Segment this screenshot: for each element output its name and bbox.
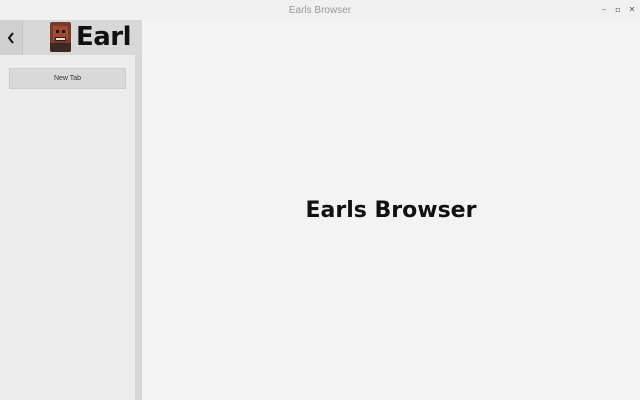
minimize-button[interactable]: – [600,5,608,15]
sidebar-scrollbar[interactable] [135,55,142,400]
new-tab-button[interactable]: New Tab [9,68,126,89]
user-name: Earl [76,22,132,52]
chevron-left-icon [7,31,14,44]
window-titlebar: Earls Browser – ▫ ✕ [0,0,640,20]
maximize-button[interactable]: ▫ [614,5,622,15]
sidebar: New Tab [0,55,135,400]
window-title: Earls Browser [288,4,352,16]
window-controls: – ▫ ✕ [600,0,636,20]
back-button[interactable] [0,20,23,55]
avatar [50,22,71,52]
close-button[interactable]: ✕ [628,5,636,15]
main-content: Earls Browser [142,20,640,400]
sidebar-header: Earl [0,20,142,55]
page-heading: Earls Browser [305,198,477,223]
